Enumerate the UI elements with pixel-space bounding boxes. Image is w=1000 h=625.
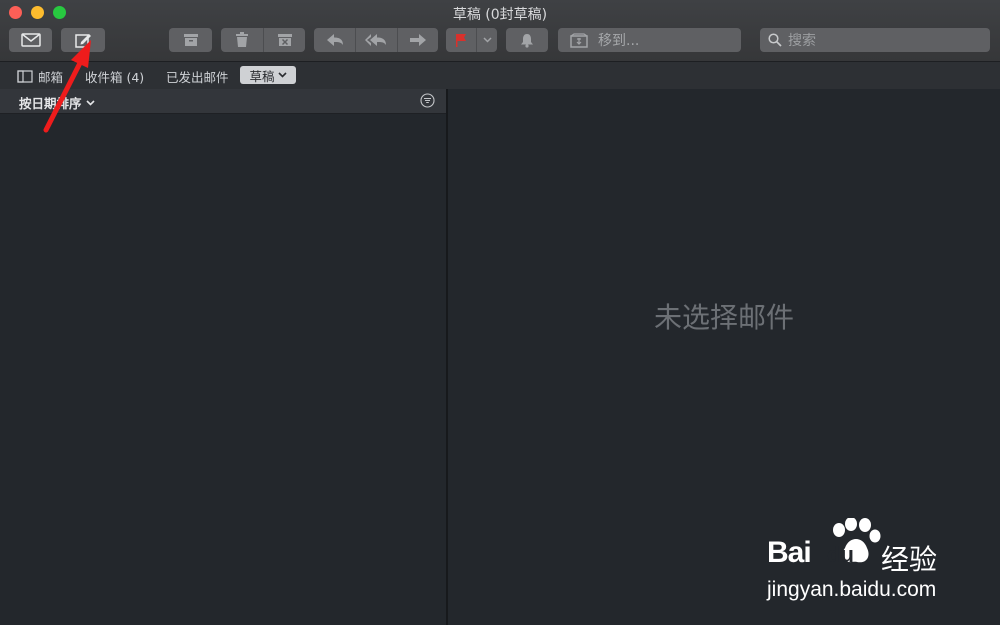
reply-all-icon (364, 34, 386, 46)
inbox-label: 收件箱 (4) (85, 70, 145, 85)
favorites-bar: 邮箱 收件箱 (4) 已发出邮件 草稿 (0, 61, 1000, 90)
junk-button[interactable] (263, 28, 305, 52)
notify-button[interactable] (506, 28, 548, 52)
favorite-inbox[interactable]: 收件箱 (4) (85, 67, 144, 86)
sort-label: 按日期排序 (19, 96, 82, 111)
junk-box-icon (277, 34, 292, 46)
favorite-sent[interactable]: 已发出邮件 (166, 67, 229, 86)
move-to-field[interactable]: 移到... (558, 28, 741, 52)
move-to-placeholder: 移到... (598, 33, 640, 49)
flag-button[interactable] (446, 28, 476, 52)
message-list[interactable] (0, 114, 446, 625)
forward-arrow-icon (410, 34, 426, 46)
no-message-selected-text: 未选择邮件 (653, 301, 794, 334)
flag-group (446, 28, 497, 52)
archive-button[interactable] (169, 28, 212, 52)
watermark-brand-du: du (827, 542, 854, 567)
window-title: 草稿 (0封草稿) (452, 7, 548, 23)
compose-button[interactable] (61, 28, 105, 52)
get-mail-button[interactable] (9, 28, 52, 52)
chevron-down-icon (277, 72, 287, 78)
search-icon (768, 33, 782, 47)
forward-button[interactable] (397, 28, 438, 52)
watermark-url: jingyan.baidu.com (767, 578, 937, 601)
flag-icon (456, 34, 466, 47)
trash-icon (236, 32, 248, 47)
baidu-watermark: Bai du 经验 jingyan.baidu.com (765, 518, 985, 608)
title-bar: 草稿 (0封草稿) 移到... 搜索 (0, 0, 1000, 61)
watermark-brand: Bai (767, 536, 812, 569)
archive-icon (183, 34, 198, 46)
delete-junk-group (221, 28, 305, 52)
reply-button[interactable] (314, 28, 355, 52)
sort-menu-button[interactable]: 按日期排序 (19, 93, 95, 112)
drafts-label: 草稿 (249, 68, 275, 84)
sidebar-icon (17, 70, 33, 83)
mailboxes-button[interactable]: 邮箱 (17, 67, 63, 86)
flag-menu-button[interactable] (476, 28, 497, 52)
search-placeholder: 搜索 (788, 33, 816, 49)
envelope-icon (20, 33, 41, 47)
sort-bar: 按日期排序 (0, 89, 446, 114)
reply-all-button[interactable] (355, 28, 397, 52)
watermark-brand-cn: 经验 (881, 543, 938, 576)
chevron-down-icon (85, 99, 95, 106)
search-field[interactable]: 搜索 (760, 28, 990, 52)
mailboxes-label: 邮箱 (38, 70, 64, 85)
delete-button[interactable] (221, 28, 263, 52)
reply-group (314, 28, 438, 52)
mailbox-move-icon (570, 32, 588, 48)
chevron-down-icon (482, 37, 492, 43)
bell-icon (521, 33, 533, 48)
filter-icon[interactable] (420, 93, 435, 108)
sent-label: 已发出邮件 (166, 70, 229, 85)
favorite-drafts[interactable]: 草稿 (240, 66, 296, 84)
compose-icon (75, 34, 91, 48)
reply-icon (326, 34, 343, 46)
